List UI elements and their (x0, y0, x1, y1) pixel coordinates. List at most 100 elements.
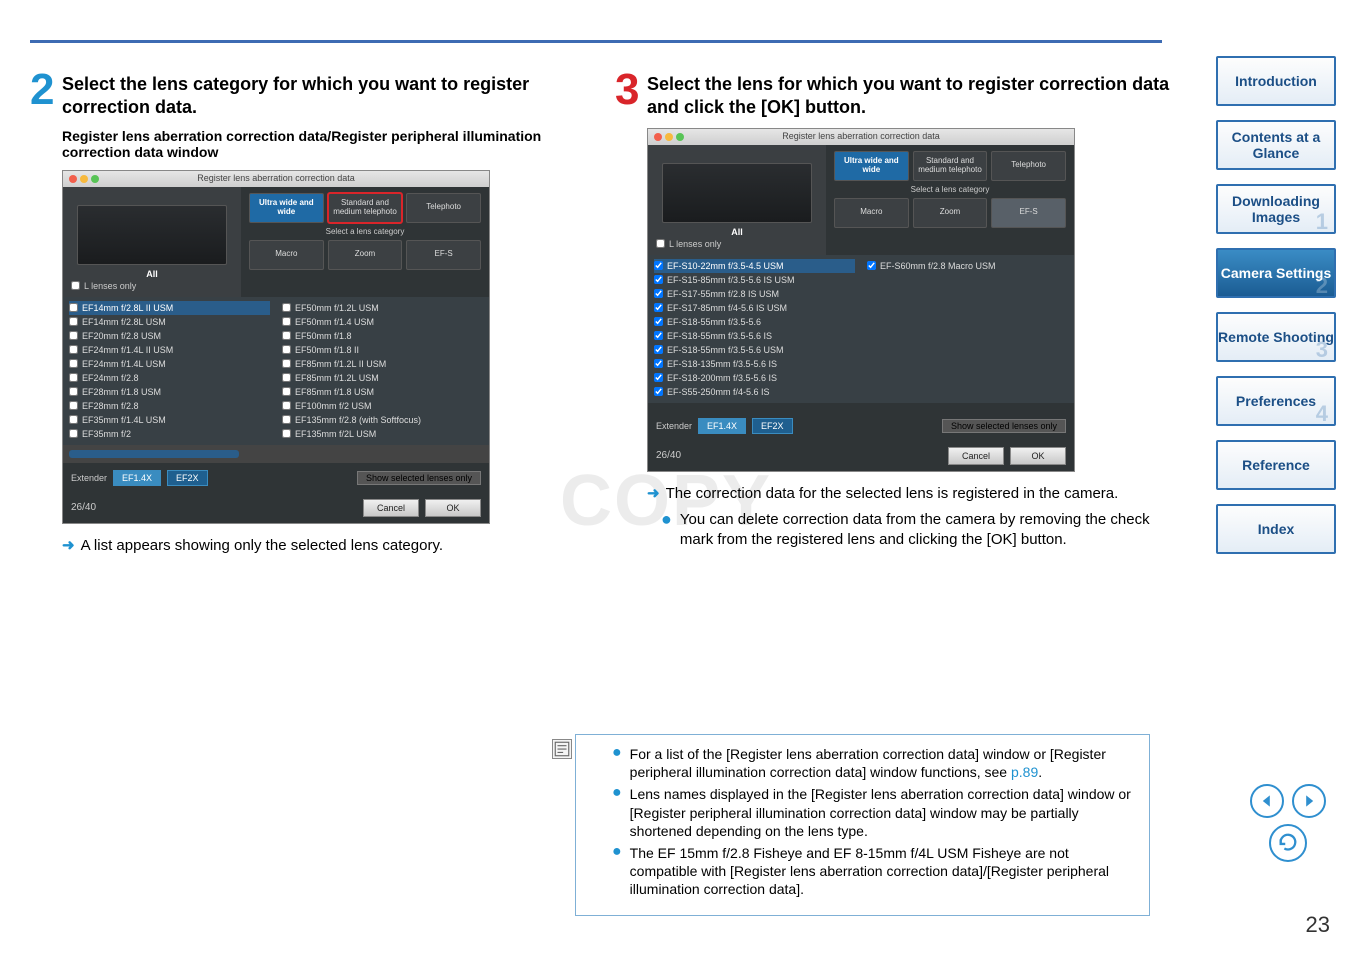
left-column: 2 Select the lens category for which you… (30, 73, 585, 556)
dialog-left-titlebar: Register lens aberration correction data (63, 171, 489, 187)
lens-label: EF14mm f/2.8L USM (82, 317, 166, 327)
bullet-icon: ● (612, 745, 622, 781)
right-bullet: You can delete correction data from the … (680, 510, 1170, 551)
sidebar-item-number: 2 (1316, 273, 1328, 298)
lens-row[interactable]: EF-S60mm f/2.8 Macro USM (867, 259, 1068, 273)
cat-macro[interactable]: Macro (834, 198, 909, 228)
lens-row[interactable]: EF-S18-135mm f/3.5-5.6 IS (654, 357, 855, 371)
dialog-right: Register lens aberration correction data… (647, 128, 1075, 472)
l-lenses-only-checkbox[interactable]: L lenses only (71, 281, 136, 291)
sidebar-item[interactable]: Introduction (1216, 56, 1336, 106)
lens-row[interactable]: EF-S18-55mm f/3.5-5.6 IS (654, 329, 855, 343)
cat-efs[interactable]: EF-S (406, 240, 481, 270)
lens-row[interactable]: EF35mm f/1.4L USM (69, 413, 270, 427)
right-caption: The correction data for the selected len… (666, 484, 1119, 504)
ext-14x-button[interactable]: EF1.4X (113, 470, 161, 486)
lens-label: EF135mm f/2.8 (with Softfocus) (295, 415, 421, 425)
cat-telephoto[interactable]: Telephoto (406, 193, 481, 223)
sidebar-item[interactable]: Contents at a Glance (1216, 120, 1336, 170)
lens-row[interactable]: EF50mm f/1.8 (282, 329, 483, 343)
lens-row[interactable]: EF-S10-22mm f/3.5-4.5 USM (654, 259, 855, 273)
lens-row[interactable]: EF135mm f/2L USM (282, 427, 483, 441)
show-selected-button[interactable]: Show selected lenses only (357, 471, 481, 485)
lens-row[interactable]: EF28mm f/1.8 USM (69, 385, 270, 399)
lens-row[interactable]: EF-S18-55mm f/3.5-5.6 USM (654, 343, 855, 357)
cat-ultra-wide[interactable]: Ultra wide and wide (249, 193, 324, 223)
lens-row[interactable]: EF50mm f/1.4 USM (282, 315, 483, 329)
lens-count: 26/40 (71, 502, 96, 513)
cat-telephoto[interactable]: Telephoto (991, 151, 1066, 181)
all-label: All (731, 227, 743, 237)
sidebar-item[interactable]: Remote Shooting3 (1216, 312, 1336, 362)
l-lenses-only-label: L lenses only (669, 239, 721, 249)
lens-row[interactable]: EF24mm f/1.4L USM (69, 357, 270, 371)
dialog-right-titlebar: Register lens aberration correction data (648, 129, 1074, 145)
dialog-left-title: Register lens aberration correction data (63, 173, 489, 183)
sidebar-item-number: 3 (1316, 337, 1328, 362)
lens-label: EF20mm f/2.8 USM (82, 331, 161, 341)
lens-row[interactable]: EF-S18-200mm f/3.5-5.6 IS (654, 371, 855, 385)
all-lenses-thumb[interactable]: All L lenses only (648, 145, 826, 255)
lens-row[interactable]: EF85mm f/1.8 USM (282, 385, 483, 399)
lens-row[interactable]: EF24mm f/2.8 (69, 371, 270, 385)
lens-label: EF35mm f/2 (82, 429, 131, 439)
cat-macro[interactable]: Macro (249, 240, 324, 270)
cat-efs[interactable]: EF-S (991, 198, 1066, 228)
all-lenses-thumb[interactable]: All L lenses only (63, 187, 241, 297)
lens-row[interactable]: EF85mm f/1.2L USM (282, 371, 483, 385)
cat-zoom[interactable]: Zoom (328, 240, 403, 270)
prev-page-button[interactable] (1250, 784, 1284, 818)
return-button[interactable] (1269, 824, 1307, 862)
bullet-icon: ● (612, 785, 622, 840)
lens-row[interactable]: EF-S17-55mm f/2.8 IS USM (654, 287, 855, 301)
lens-row[interactable]: EF24mm f/1.4L II USM (69, 343, 270, 357)
cat-standard[interactable]: Standard and medium telephoto (913, 151, 988, 181)
lens-row[interactable]: EF50mm f/1.8 II (282, 343, 483, 357)
category-grid: Ultra wide and wide Standard and medium … (241, 187, 489, 297)
ext-2x-button[interactable]: EF2X (752, 418, 793, 434)
cat-standard[interactable]: Standard and medium telephoto (328, 193, 403, 223)
lens-row[interactable]: EF-S15-85mm f/3.5-5.6 IS USM (654, 273, 855, 287)
show-selected-button[interactable]: Show selected lenses only (942, 419, 1066, 433)
cat-zoom[interactable]: Zoom (913, 198, 988, 228)
ok-button[interactable]: OK (1010, 447, 1066, 465)
link-p89[interactable]: p.89 (1011, 764, 1038, 780)
lens-row[interactable]: EF50mm f/1.2L USM (282, 301, 483, 315)
lens-row[interactable]: EF85mm f/1.2L II USM (282, 357, 483, 371)
bullet-icon: ● (612, 844, 622, 899)
cat-note: Select a lens category (834, 185, 1066, 194)
ok-button[interactable]: OK (425, 499, 481, 517)
sidebar-item[interactable]: Preferences4 (1216, 376, 1336, 426)
next-page-button[interactable] (1292, 784, 1326, 818)
sidebar-item[interactable]: Index (1216, 504, 1336, 554)
l-lenses-only-checkbox[interactable]: L lenses only (656, 239, 721, 249)
lens-row[interactable]: EF35mm f/2 (69, 427, 270, 441)
lens-label: EF-S18-200mm f/3.5-5.6 IS (667, 373, 777, 383)
sidebar-item-label: Index (1258, 521, 1295, 537)
lens-row[interactable]: EF14mm f/2.8L USM (69, 315, 270, 329)
cat-note: Select a lens category (249, 227, 481, 236)
lens-label: EF24mm f/1.4L USM (82, 359, 166, 369)
lens-row[interactable]: EF-S18-55mm f/3.5-5.6 (654, 315, 855, 329)
sidebar-item[interactable]: Camera Settings2 (1216, 248, 1336, 298)
ext-2x-button[interactable]: EF2X (167, 470, 208, 486)
lens-row[interactable]: EF100mm f/2 USM (282, 399, 483, 413)
slider-track[interactable] (63, 445, 489, 463)
sidebar-item[interactable]: Downloading Images1 (1216, 184, 1336, 234)
lens-row[interactable]: EF14mm f/2.8L II USM (69, 301, 270, 315)
page-nav (1250, 784, 1326, 862)
lens-row[interactable]: EF20mm f/2.8 USM (69, 329, 270, 343)
lens-row[interactable]: EF-S55-250mm f/4-5.6 IS (654, 385, 855, 399)
lens-row[interactable]: EF28mm f/2.8 (69, 399, 270, 413)
sidebar-item-number: 1 (1316, 209, 1328, 234)
note-3: The EF 15mm f/2.8 Fisheye and EF 8-15mm … (630, 844, 1137, 899)
sidebar-item[interactable]: Reference (1216, 440, 1336, 490)
lens-label: EF-S18-55mm f/3.5-5.6 IS (667, 331, 772, 341)
cat-ultra-wide[interactable]: Ultra wide and wide (834, 151, 909, 181)
cancel-button[interactable]: Cancel (948, 447, 1004, 465)
lens-row[interactable]: EF-S17-85mm f/4-5.6 IS USM (654, 301, 855, 315)
cancel-button[interactable]: Cancel (363, 499, 419, 517)
lens-label: EF-S17-55mm f/2.8 IS USM (667, 289, 779, 299)
ext-14x-button[interactable]: EF1.4X (698, 418, 746, 434)
lens-row[interactable]: EF135mm f/2.8 (with Softfocus) (282, 413, 483, 427)
